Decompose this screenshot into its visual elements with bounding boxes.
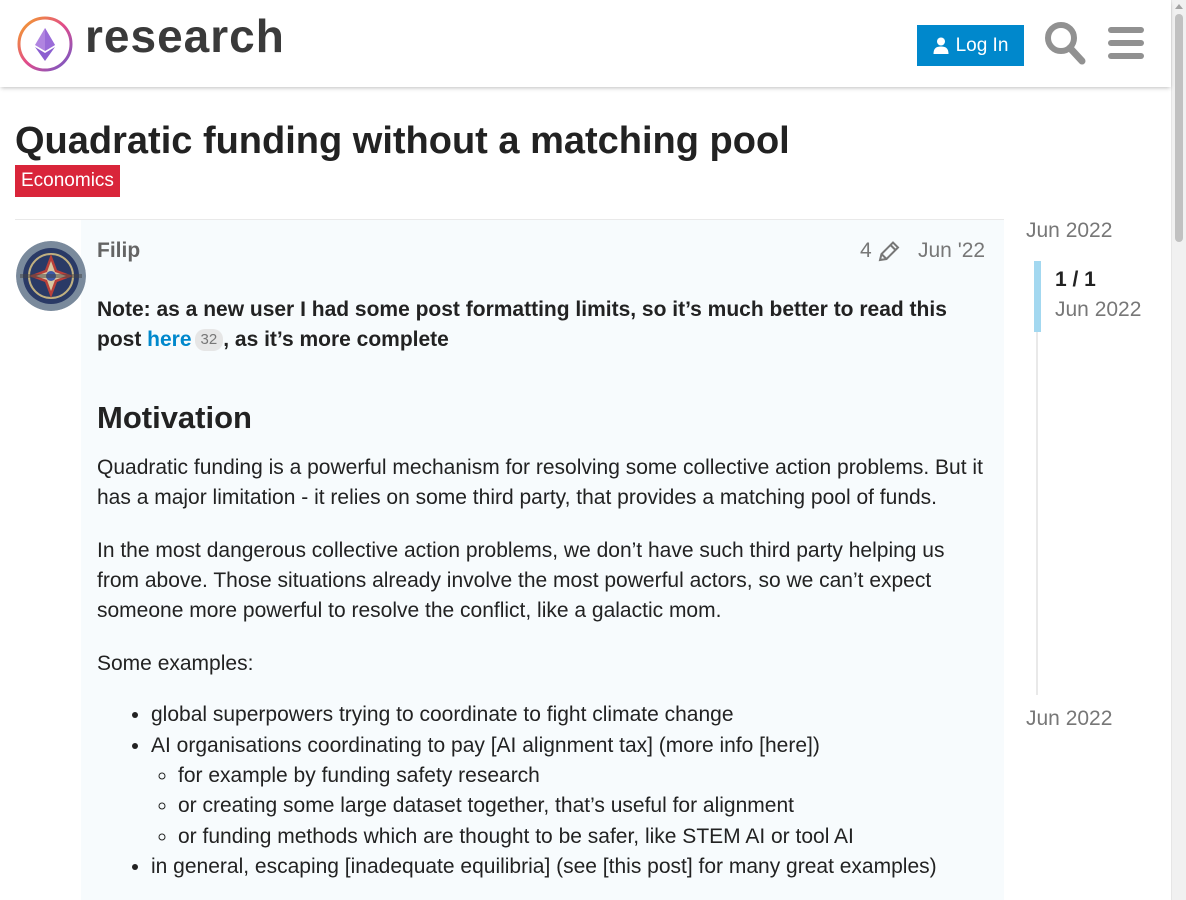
paragraph-3: Some examples: (97, 651, 254, 675)
sub-list-item: for example by funding safety research (178, 761, 992, 791)
sub-list: for example by funding safety research o… (178, 761, 992, 852)
login-button[interactable]: Log In (917, 25, 1024, 66)
paragraph-1: Quadratic funding is a powerful mechanis… (97, 455, 983, 510)
note-paragraph: Note: as a new user I had some post form… (97, 295, 992, 356)
list-item: global superpowers trying to coordinate … (151, 700, 992, 730)
paragraph-2: In the most dangerous collective action … (97, 538, 945, 623)
login-label: Log In (955, 34, 1009, 56)
timeline-end-date[interactable]: Jun 2022 (1026, 707, 1112, 731)
note-here-link[interactable]: here (147, 328, 191, 351)
ethereum-logo-icon (17, 16, 73, 72)
pencil-icon (878, 241, 900, 262)
scroll-up-arrow-icon[interactable] (1175, 4, 1183, 9)
category-badge[interactable]: Economics (15, 165, 120, 197)
user-icon (933, 37, 949, 54)
site-header: research Log In (0, 0, 1171, 87)
timeline-start-date[interactable]: Jun 2022 (1026, 219, 1112, 243)
logo-text: research (85, 10, 285, 62)
section-heading: Motivation (97, 399, 252, 435)
list-item: in general, escaping [inadequate equilib… (151, 852, 992, 882)
post-username[interactable]: Filip (97, 239, 140, 263)
post-content: Note: as a new user I had some post form… (97, 295, 992, 883)
edit-count: 4 (860, 239, 872, 262)
hamburger-menu-icon[interactable] (1108, 26, 1144, 60)
note-suffix: , as it’s more complete (223, 328, 449, 352)
sub-list-item: or funding methods which are thought to … (178, 822, 992, 852)
post-date[interactable]: Jun '22 (918, 239, 985, 263)
timeline-handle[interactable] (1034, 261, 1041, 332)
sub-list-item: or creating some large dataset together,… (178, 791, 992, 821)
timeline-current-date: Jun 2022 (1055, 298, 1142, 321)
timeline-position: 1 / 1 (1055, 268, 1096, 291)
examples-list: global superpowers trying to coordinate … (151, 700, 992, 882)
site-logo[interactable]: research (16, 10, 284, 73)
user-avatar[interactable] (16, 241, 86, 311)
list-item-text: AI organisations coordinating to pay [AI… (151, 733, 820, 757)
page-scrollbar[interactable] (1171, 0, 1186, 900)
edit-history-button[interactable]: 4 (860, 239, 901, 263)
topic-title[interactable]: Quadratic funding without a matching poo… (15, 120, 790, 163)
scroll-thumb[interactable] (1175, 14, 1183, 242)
list-item: AI organisations coordinating to pay [AI… (151, 731, 992, 853)
search-icon[interactable] (1044, 21, 1086, 65)
link-click-count: 32 (194, 329, 224, 352)
